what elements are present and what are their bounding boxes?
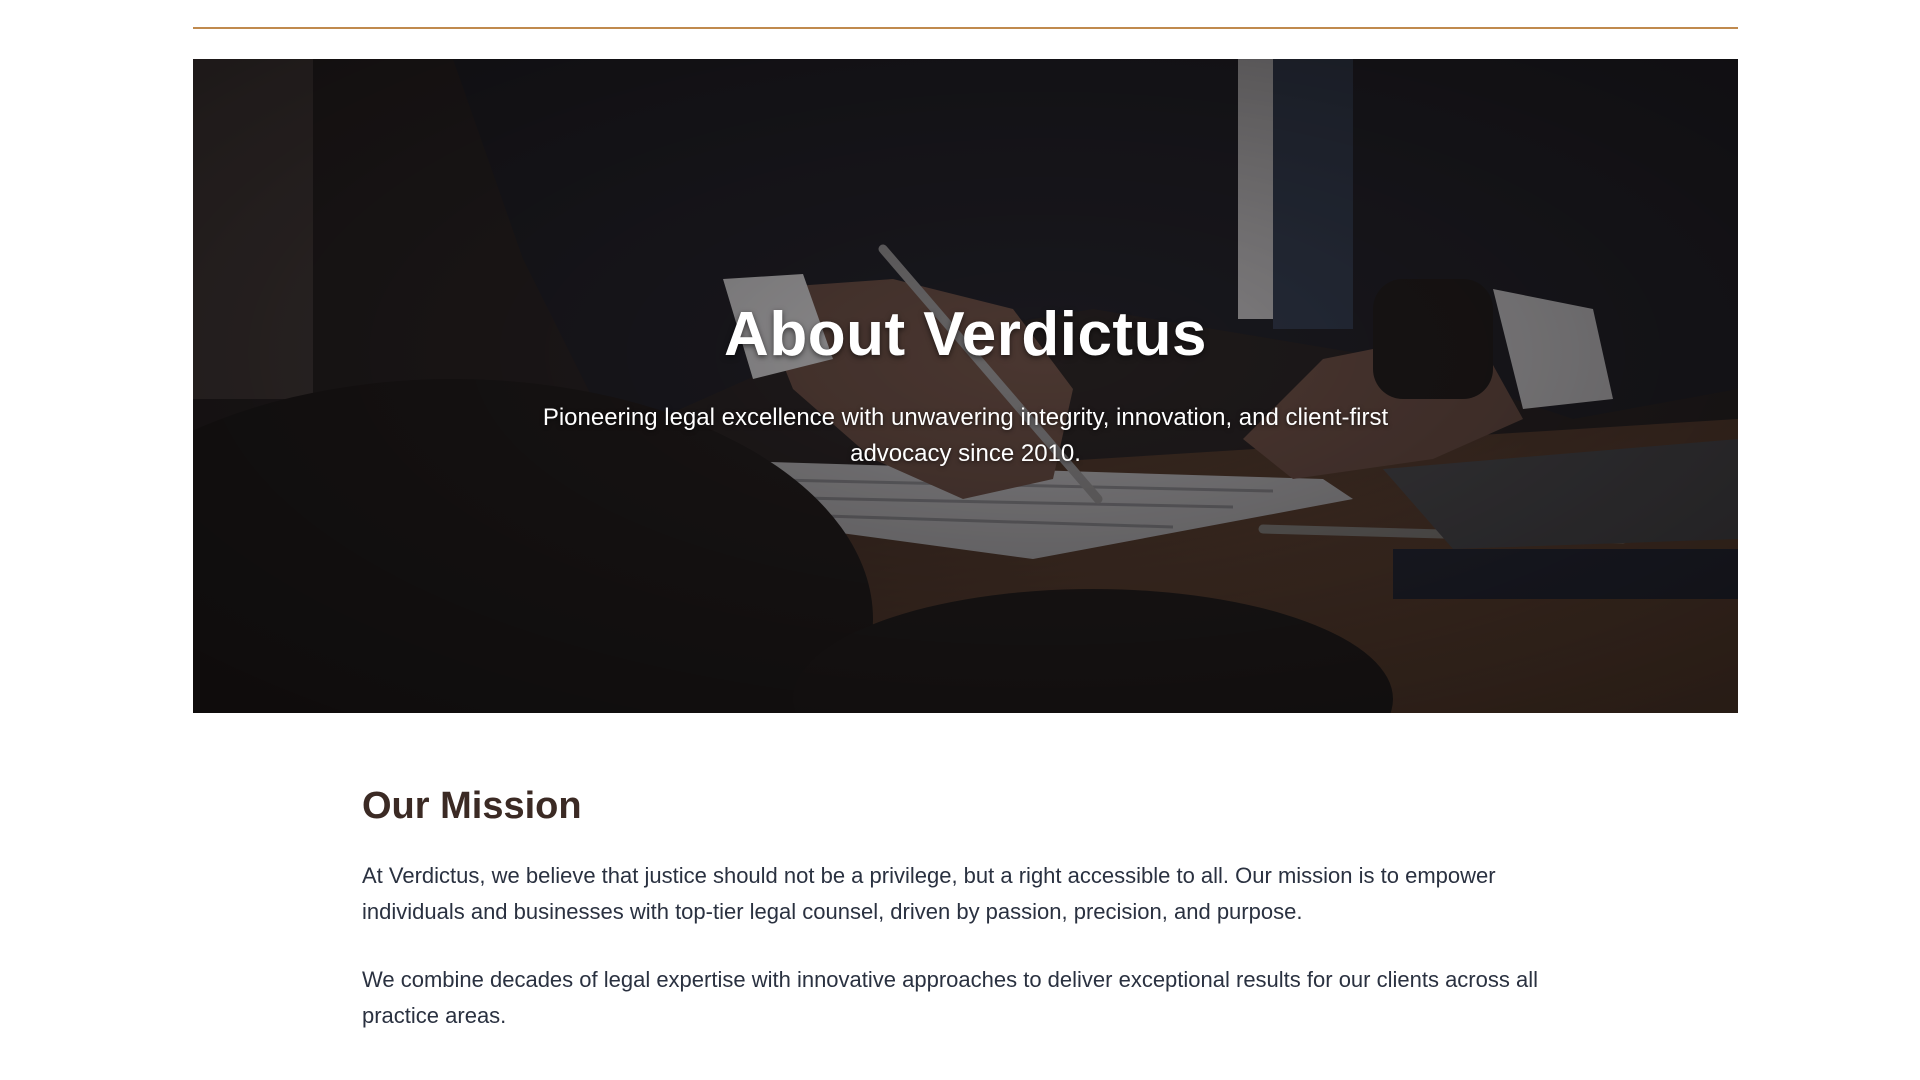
mission-section: Our Mission At Verdictus, we believe tha… (362, 785, 1562, 1034)
header-divider (193, 27, 1738, 29)
hero-title: About Verdictus (724, 300, 1207, 369)
hero-content: About Verdictus Pioneering legal excelle… (193, 299, 1738, 472)
mission-paragraph: We combine decades of legal expertise wi… (362, 967, 1538, 1028)
mission-heading: Our Mission (362, 785, 582, 827)
about-page: About Verdictus Pioneering legal excelle… (0, 0, 1920, 1080)
hero-subtitle: Pioneering legal excellence with unwaver… (542, 404, 1389, 467)
hero-banner: About Verdictus Pioneering legal excelle… (193, 59, 1738, 713)
mission-paragraph: At Verdictus, we believe that justice sh… (362, 863, 1496, 924)
